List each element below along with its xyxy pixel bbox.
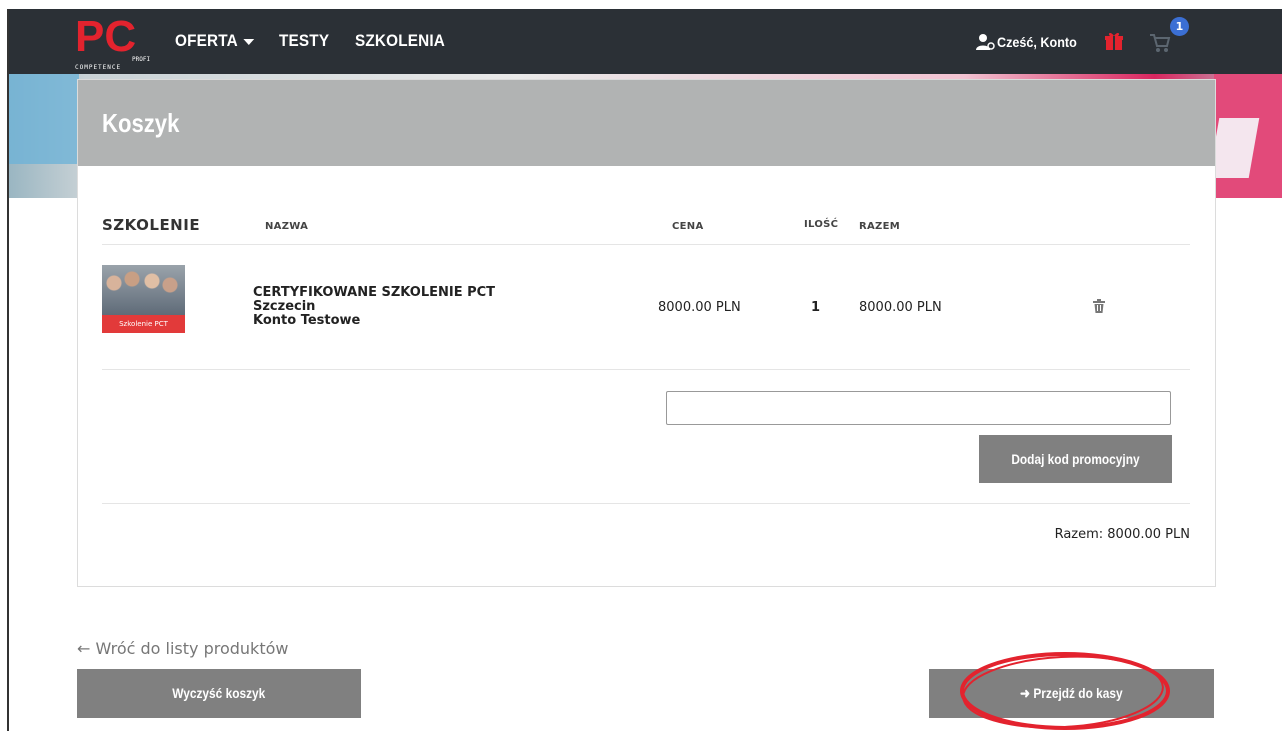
divider <box>102 369 1190 370</box>
nav-szkolenia[interactable]: SZKOLENIA <box>355 31 445 51</box>
product-name: CERTYFIKOWANE SZKOLENIE PCT Szczecin Kon… <box>253 286 495 328</box>
logo-sub1: PROFI <box>132 56 150 63</box>
user-icon <box>976 34 995 50</box>
thumbnail-label: Szkolenie PCT <box>102 315 185 333</box>
clear-cart-button[interactable]: Wyczyść koszyk <box>77 669 361 718</box>
product-qty: 1 <box>811 300 821 315</box>
trash-icon[interactable] <box>1093 299 1105 313</box>
cart-icon[interactable] <box>1149 33 1171 53</box>
nav-oferta-dropdown[interactable]: OFERTA <box>175 31 255 51</box>
cart-panel: Koszyk <box>77 79 1216 587</box>
user-greeting: Cześć, Konto <box>997 34 1077 50</box>
top-navbar: PC PROFI COMPETENCE OFERTA TESTY SZKOLEN… <box>9 9 1282 74</box>
pc-logo[interactable]: PC PROFI COMPETENCE <box>75 11 157 71</box>
add-promo-code-label: Dodaj kod promocyjny <box>1011 451 1140 467</box>
nav-testy[interactable]: TESTY <box>279 31 329 51</box>
divider <box>102 503 1190 504</box>
product-thumbnail[interactable]: Szkolenie PCT <box>102 265 185 333</box>
caret-down-icon <box>243 38 255 45</box>
divider <box>102 244 1190 245</box>
product-account: Konto Testowe <box>253 313 361 328</box>
product-total: 8000.00 PLN <box>859 300 942 315</box>
page-title: Koszyk <box>102 108 180 138</box>
cart-grand-total: Razem: 8000.00 PLN <box>1054 527 1190 542</box>
user-greeting-link[interactable]: Cześć, Konto <box>997 34 1077 50</box>
window-frame-top <box>0 0 1282 9</box>
column-header-price: CENA <box>672 221 704 232</box>
product-city: Szczecin <box>253 299 316 314</box>
checkout-button[interactable]: ➜ Przejdź do kasy <box>929 669 1214 718</box>
product-price: 8000.00 PLN <box>658 300 741 315</box>
column-header-name: NAZWA <box>265 221 309 232</box>
column-header-qty: ILOŚĆ <box>804 219 839 230</box>
promo-code-input[interactable] <box>666 391 1171 425</box>
checkout-label: ➜ Przejdź do kasy <box>1020 685 1123 701</box>
thumbnail-photo <box>102 265 185 315</box>
logo-sub2: COMPETENCE <box>75 64 121 71</box>
gift-icon[interactable] <box>1103 30 1125 52</box>
logo-text: PC <box>75 12 136 61</box>
column-header-total: RAZEM <box>859 221 900 232</box>
cart-count-badge: 1 <box>1170 17 1189 36</box>
hero-decoration <box>9 74 79 164</box>
product-title: CERTYFIKOWANE SZKOLENIE PCT <box>253 285 496 300</box>
column-header-main: SZKOLENIE <box>102 216 201 234</box>
add-promo-code-button[interactable]: Dodaj kod promocyjny <box>979 435 1172 483</box>
back-to-products-link[interactable]: ← Wróć do listy produktów <box>77 639 288 658</box>
nav-oferta-label: OFERTA <box>175 31 238 50</box>
clear-cart-label: Wyczyść koszyk <box>172 685 266 701</box>
cart-panel-header: Koszyk <box>78 80 1215 166</box>
